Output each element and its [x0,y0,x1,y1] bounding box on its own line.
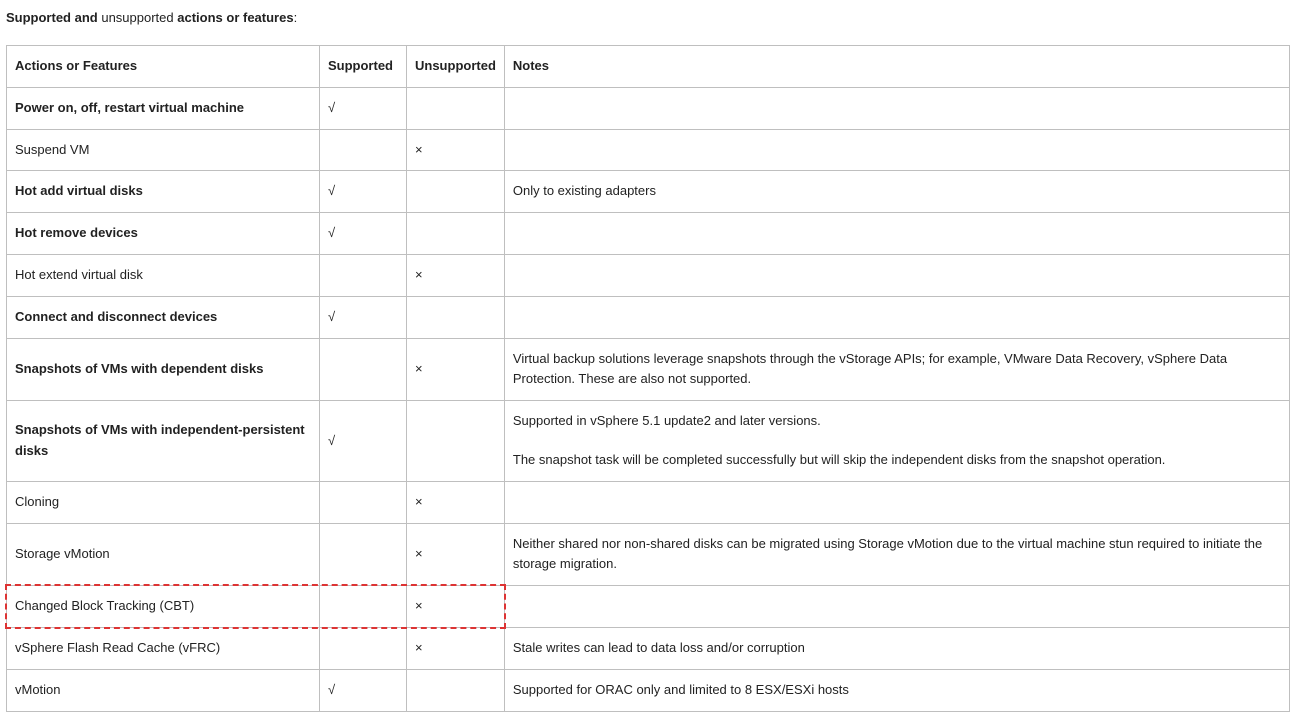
table-row: vSphere Flash Read Cache (vFRC) ×Stale wr… [7,627,1290,669]
heading-part1: Supported and [6,10,101,25]
table-row: Connect and disconnect devices√ [7,296,1290,338]
table-row: Hot remove devices√ [7,213,1290,255]
table-row: Power on, off, restart virtual machine√ [7,87,1290,129]
cell-action: Suspend VM [7,129,320,171]
cell-supported [320,254,407,296]
cell-action: vSphere Flash Read Cache (vFRC) [7,627,320,669]
cell-notes [504,213,1289,255]
table-row: Hot extend virtual disk × [7,254,1290,296]
cell-supported [320,586,407,628]
col-header-actions: Actions or Features [7,46,320,88]
table-row: Cloning × [7,481,1290,523]
cell-unsupported: × [407,627,505,669]
col-header-unsupported: Unsupported [407,46,505,88]
cell-notes: Neither shared nor non-shared disks can … [504,523,1289,586]
cell-notes [504,87,1289,129]
cell-supported [320,129,407,171]
cell-action: Snapshots of VMs with dependent disks [7,338,320,401]
cell-notes: Virtual backup solutions leverage snapsh… [504,338,1289,401]
cell-supported: √ [320,213,407,255]
cell-notes: Stale writes can lead to data loss and/o… [504,627,1289,669]
cell-action: Hot remove devices [7,213,320,255]
table-row: Snapshots of VMs with dependent disks ×Vi… [7,338,1290,401]
cell-action: Cloning [7,481,320,523]
cell-action: Hot extend virtual disk [7,254,320,296]
cell-action: Power on, off, restart virtual machine [7,87,320,129]
cell-action: Hot add virtual disks [7,171,320,213]
cell-supported [320,627,407,669]
cell-notes [504,481,1289,523]
table-row: Changed Block Tracking (CBT) × [7,586,1290,628]
cell-unsupported [407,296,505,338]
table-row: Hot add virtual disks√ Only to existing a… [7,171,1290,213]
cell-supported: √ [320,171,407,213]
cell-action: Storage vMotion [7,523,320,586]
heading-part4: : [294,10,298,25]
cell-notes: Supported for ORAC only and limited to 8… [504,669,1289,711]
col-header-notes: Notes [504,46,1289,88]
cell-notes [504,129,1289,171]
table-row: Suspend VM × [7,129,1290,171]
heading-part2: unsupported [101,10,177,25]
cell-unsupported: × [407,481,505,523]
cell-unsupported [407,213,505,255]
table-body: Power on, off, restart virtual machine√S… [7,87,1290,711]
cell-supported: √ [320,296,407,338]
cell-unsupported [407,669,505,711]
cell-unsupported [407,401,505,482]
table-wrap: Actions or Features Supported Unsupporte… [6,45,1290,712]
cell-action: Changed Block Tracking (CBT) [7,586,320,628]
cell-action: vMotion [7,669,320,711]
col-header-supported: Supported [320,46,407,88]
cell-unsupported: × [407,129,505,171]
cell-notes: Supported in vSphere 5.1 update2 and lat… [504,401,1289,482]
table-row: vMotion√ Supported for ORAC only and limi… [7,669,1290,711]
cell-supported [320,338,407,401]
cell-notes [504,296,1289,338]
table-row: Snapshots of VMs with independent-persis… [7,401,1290,482]
cell-unsupported: × [407,586,505,628]
cell-notes [504,586,1289,628]
section-heading: Supported and unsupported actions or fea… [6,10,1290,25]
cell-supported: √ [320,87,407,129]
table-header-row: Actions or Features Supported Unsupporte… [7,46,1290,88]
cell-action: Connect and disconnect devices [7,296,320,338]
cell-unsupported: × [407,338,505,401]
features-table: Actions or Features Supported Unsupporte… [6,45,1290,712]
cell-notes: Only to existing adapters [504,171,1289,213]
cell-supported: √ [320,401,407,482]
cell-unsupported [407,171,505,213]
cell-unsupported [407,87,505,129]
cell-supported: √ [320,669,407,711]
cell-unsupported: × [407,254,505,296]
heading-part3: actions or features [177,10,293,25]
cell-notes [504,254,1289,296]
table-row: Storage vMotion ×Neither shared nor non-s… [7,523,1290,586]
cell-supported [320,481,407,523]
cell-unsupported: × [407,523,505,586]
cell-action: Snapshots of VMs with independent-persis… [7,401,320,482]
cell-supported [320,523,407,586]
